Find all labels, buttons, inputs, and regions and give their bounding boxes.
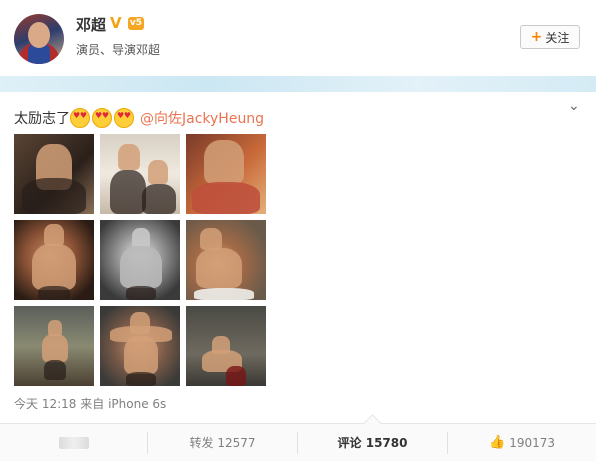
post-meta: 今天 12:18 来自 iPhone 6s bbox=[14, 395, 166, 412]
username[interactable]: 邓超 bbox=[76, 14, 106, 35]
avatar-face bbox=[28, 22, 50, 48]
thumbs-up-icon: 👍 bbox=[489, 435, 506, 450]
comment-label: 评论 bbox=[337, 436, 362, 450]
follow-label: 关注 bbox=[545, 30, 570, 45]
repost-button[interactable]: 转发 12577 bbox=[148, 424, 297, 461]
photo-3[interactable] bbox=[186, 134, 266, 214]
photo-2[interactable] bbox=[100, 134, 180, 214]
heart-eyes-emoji-icon bbox=[92, 108, 112, 128]
post-source[interactable]: iPhone 6s bbox=[108, 397, 166, 411]
post-time[interactable]: 今天 12:18 bbox=[14, 397, 76, 411]
heart-eyes-emoji-icon bbox=[70, 108, 90, 128]
photo-grid bbox=[14, 134, 266, 386]
source-prefix: 来自 bbox=[80, 397, 105, 411]
vip-badge-icon[interactable]: v5 bbox=[128, 17, 144, 30]
repost-count: 12577 bbox=[217, 435, 256, 450]
follow-button[interactable]: + 关注 bbox=[520, 25, 580, 49]
photo-7[interactable] bbox=[14, 306, 94, 386]
divider-banner bbox=[0, 76, 596, 92]
like-count: 190173 bbox=[509, 435, 555, 450]
post-text: 太励志了 @向佐JackyHeung bbox=[14, 108, 264, 128]
comment-count: 15780 bbox=[365, 435, 408, 450]
comment-button[interactable]: 评论 15780 bbox=[298, 424, 447, 461]
verified-badge-icon: V bbox=[110, 14, 122, 32]
mention-link[interactable]: @向佐JackyHeung bbox=[140, 108, 264, 128]
photo-1[interactable] bbox=[14, 134, 94, 214]
avatar[interactable] bbox=[14, 14, 64, 64]
user-description: 演员、导演邓超 bbox=[76, 43, 161, 57]
photo-8[interactable] bbox=[100, 306, 180, 386]
photo-4[interactable] bbox=[14, 220, 94, 300]
chevron-down-icon[interactable]: ⌄ bbox=[568, 98, 580, 114]
repost-label: 转发 bbox=[189, 436, 214, 450]
photo-6[interactable] bbox=[186, 220, 266, 300]
photo-9[interactable] bbox=[186, 306, 266, 386]
favorite-action[interactable] bbox=[0, 424, 147, 461]
post-body: 太励志了 bbox=[14, 111, 70, 127]
blurred-label bbox=[58, 436, 89, 449]
like-button[interactable]: 👍 190173 bbox=[448, 424, 596, 461]
plus-icon: + bbox=[530, 29, 543, 45]
heart-eyes-emoji-icon bbox=[114, 108, 134, 128]
photo-5[interactable] bbox=[100, 220, 180, 300]
post-header: 邓超 V v5 演员、导演邓超 + 关注 bbox=[0, 0, 596, 75]
action-bar: 转发 12577 评论 15780 👍 190173 bbox=[0, 414, 596, 461]
